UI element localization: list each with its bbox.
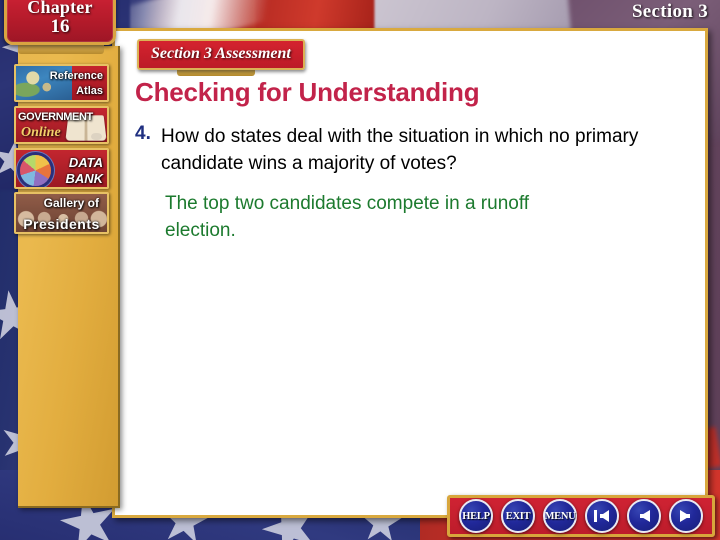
chapter-word: Chapter (27, 0, 93, 17)
answer-text: The top two candidates compete in a runo… (165, 193, 530, 241)
reference-atlas-label-line2: Atlas (76, 85, 103, 97)
government-online-label-line1: GOVERNMENT (18, 111, 93, 123)
reference-atlas-label-line1: Reference (49, 70, 103, 82)
chapter-badge-foot (18, 45, 104, 54)
sidebar-item-data-bank[interactable]: DATA BANK (14, 148, 109, 189)
data-bank-label-line1: DATA (68, 155, 103, 170)
chapter-number: 16 (50, 15, 70, 37)
chapter-badge: Chapter 16 (4, 0, 116, 45)
section-label: Section 3 (631, 1, 708, 22)
previous-button[interactable] (627, 499, 661, 533)
gallery-label-line1: Gallery of (43, 196, 99, 210)
next-button[interactable] (669, 499, 703, 533)
assessment-plaque-foot (177, 69, 255, 76)
pie-chart-icon (20, 155, 51, 186)
question-answer-block: 4. How do states deal with the situation… (131, 123, 691, 244)
exit-button[interactable]: EXIT (501, 499, 535, 533)
question-row: 4. How do states deal with the situation… (131, 123, 691, 177)
sidebar-item-reference-atlas[interactable]: Reference Atlas (14, 64, 109, 102)
gallery-label-line2: Presidents (23, 216, 100, 232)
menu-label: MENU (544, 510, 576, 522)
sidebar-item-gallery-of-presidents[interactable]: Gallery of Presidents (14, 192, 109, 234)
sidebar-item-government-online[interactable]: GOVERNMENT Online (14, 106, 109, 144)
data-bank-label-line2: BANK (65, 171, 103, 186)
forward-arrow-icon (680, 510, 690, 522)
content-panel: Section 3 Assessment Checking for Unders… (112, 28, 708, 518)
computer-mouse-icon (91, 133, 102, 140)
government-online-label-line2: Online (21, 125, 61, 140)
question-text: How do states deal with the situation in… (161, 126, 639, 174)
first-page-button[interactable] (585, 499, 619, 533)
page-title: Checking for Understanding (135, 77, 480, 107)
sidebar-panel: Reference Atlas GOVERNMENT Online DATA B… (14, 46, 120, 508)
question-number: 4. (135, 123, 151, 144)
navigation-bar: HELP EXIT MENU (447, 495, 715, 537)
assessment-plaque: Section 3 Assessment (137, 39, 305, 70)
exit-label: EXIT (505, 510, 531, 522)
first-page-arrow-icon (594, 510, 609, 522)
help-button[interactable]: HELP (459, 499, 493, 533)
help-label: HELP (462, 510, 490, 522)
menu-button[interactable]: MENU (543, 499, 577, 533)
back-arrow-icon (640, 510, 650, 522)
slide-stage: Chapter 16 Section 3 Reference Atlas GOV… (0, 0, 720, 540)
